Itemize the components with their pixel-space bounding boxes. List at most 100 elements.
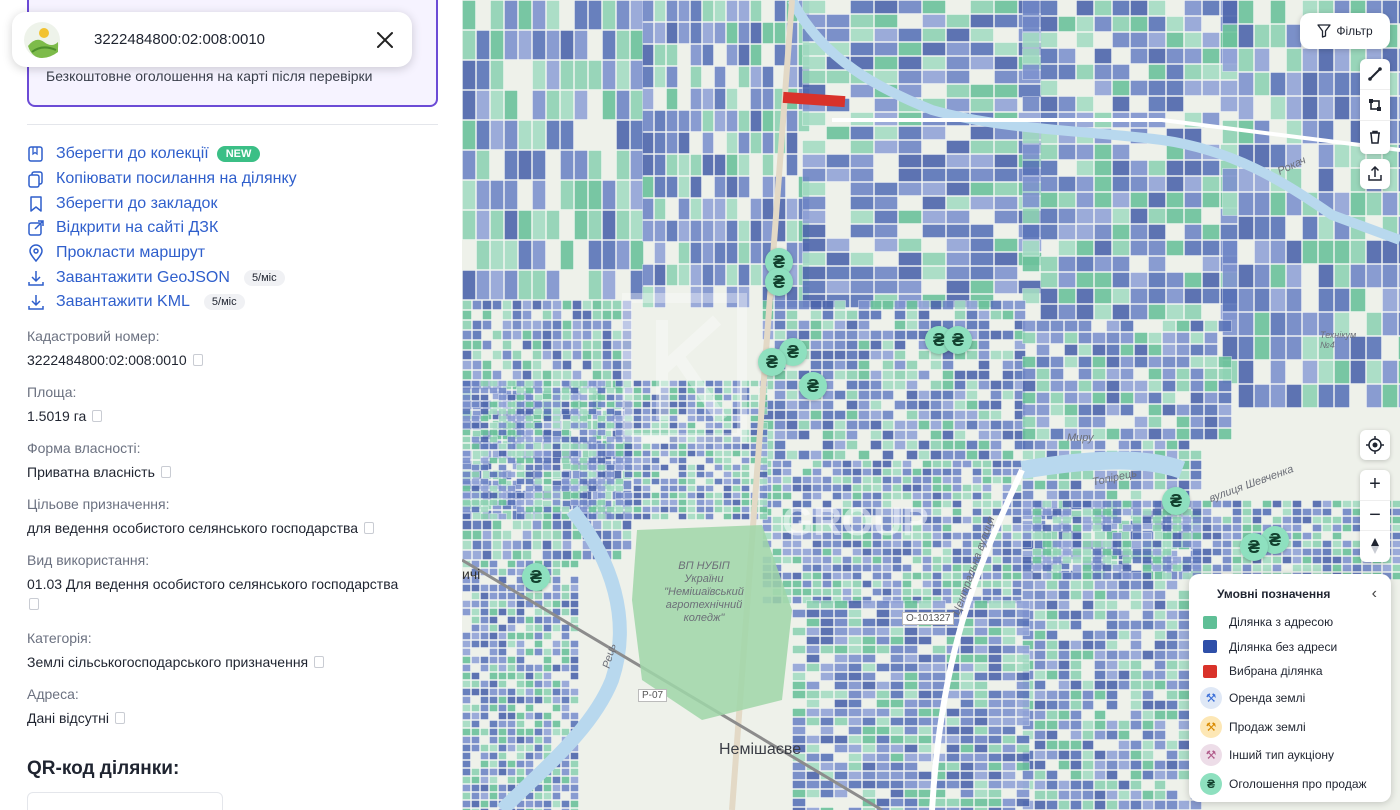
parcel[interactable] (750, 44, 762, 66)
parcel[interactable] (1142, 548, 1152, 556)
parcel[interactable] (687, 513, 696, 520)
parcel[interactable] (552, 464, 561, 471)
parcel[interactable] (1382, 312, 1398, 336)
parcel[interactable] (522, 520, 532, 530)
parcel[interactable] (1016, 708, 1030, 717)
parcel[interactable] (774, 380, 786, 390)
parcel[interactable] (678, 478, 687, 485)
parcel[interactable] (1070, 710, 1082, 720)
parcel[interactable] (534, 450, 543, 457)
parcel[interactable] (597, 471, 606, 478)
parcel[interactable] (972, 484, 982, 492)
parcel[interactable] (480, 624, 489, 632)
parcel[interactable] (904, 798, 918, 807)
parcel[interactable] (561, 704, 570, 712)
parcel[interactable] (602, 310, 612, 320)
parcel[interactable] (1022, 48, 1040, 64)
parcel[interactable] (592, 330, 602, 340)
parcel[interactable] (472, 350, 482, 360)
parcel[interactable] (1046, 610, 1058, 620)
parcel[interactable] (651, 478, 660, 485)
parcel[interactable] (462, 471, 471, 478)
parcel[interactable] (1392, 572, 1400, 580)
parcel[interactable] (942, 524, 952, 532)
parcel[interactable] (870, 330, 882, 340)
parcel[interactable] (651, 513, 660, 520)
parcel[interactable] (862, 735, 876, 744)
parcel[interactable] (471, 672, 480, 680)
parcel[interactable] (738, 44, 750, 66)
parcel[interactable] (498, 401, 507, 408)
parcel[interactable] (1142, 710, 1154, 720)
parcel[interactable] (561, 600, 570, 608)
parcel[interactable] (960, 717, 974, 726)
parcel[interactable] (492, 330, 502, 340)
parcel[interactable] (994, 84, 1018, 98)
parcel[interactable] (834, 744, 848, 753)
parcel[interactable] (1022, 524, 1032, 532)
parcel[interactable] (669, 450, 678, 457)
parcel[interactable] (858, 330, 870, 340)
parcel[interactable] (1082, 790, 1094, 800)
parcel[interactable] (1022, 508, 1032, 516)
parcel[interactable] (696, 485, 705, 492)
parcel[interactable] (1102, 572, 1112, 580)
parcel[interactable] (1050, 332, 1064, 344)
parcel[interactable] (942, 450, 954, 460)
parcel[interactable] (798, 330, 810, 340)
parcel[interactable] (1112, 572, 1122, 580)
parcel[interactable] (624, 457, 633, 464)
parcel[interactable] (988, 753, 1002, 762)
parcel[interactable] (932, 672, 946, 681)
parcel[interactable] (462, 450, 471, 457)
parcel[interactable] (946, 238, 970, 252)
parcel[interactable] (882, 430, 894, 440)
parcel[interactable] (490, 210, 504, 240)
parcel[interactable] (1270, 288, 1286, 312)
parcel[interactable] (1106, 404, 1120, 416)
parcel[interactable] (834, 320, 846, 330)
parcel[interactable] (525, 457, 534, 464)
parcel[interactable] (602, 240, 616, 270)
parcel[interactable] (572, 310, 582, 320)
parcel[interactable] (723, 394, 732, 401)
parcel[interactable] (1130, 160, 1148, 176)
parcel[interactable] (1130, 780, 1142, 790)
parcel[interactable] (1204, 416, 1218, 428)
parcel[interactable] (1034, 790, 1046, 800)
parcel[interactable] (792, 645, 806, 654)
parcel[interactable] (1184, 288, 1202, 304)
parcel[interactable] (1190, 392, 1204, 404)
parcel[interactable] (1192, 516, 1202, 524)
parcel[interactable] (954, 400, 966, 410)
parcel[interactable] (570, 464, 579, 471)
parcel[interactable] (498, 760, 507, 768)
parcel[interactable] (738, 110, 750, 132)
parcel[interactable] (898, 70, 922, 84)
parcel[interactable] (462, 704, 471, 712)
parcel[interactable] (892, 460, 902, 468)
parcel[interactable] (654, 220, 666, 242)
parcel[interactable] (1076, 176, 1094, 192)
parcel[interactable] (1094, 48, 1112, 64)
parcel[interactable] (846, 310, 858, 320)
parcel[interactable] (806, 708, 820, 717)
parcel[interactable] (1070, 690, 1082, 700)
parcel[interactable] (1094, 780, 1106, 790)
parcel[interactable] (806, 780, 820, 789)
parcel[interactable] (898, 42, 922, 56)
copy-link-link[interactable]: Копіювати посилання на ділянку (27, 167, 297, 192)
parcel[interactable] (898, 280, 922, 294)
parcel[interactable] (532, 300, 542, 310)
parcel[interactable] (532, 360, 542, 370)
parcel[interactable] (820, 663, 834, 672)
parcel[interactable] (1178, 700, 1190, 710)
parcel[interactable] (1094, 680, 1106, 690)
parcel[interactable] (498, 422, 507, 429)
parcel[interactable] (1062, 500, 1072, 508)
parcel[interactable] (1154, 590, 1166, 600)
draw-line-button[interactable] (1360, 59, 1390, 90)
parcel[interactable] (750, 198, 762, 220)
parcel[interactable] (642, 443, 651, 450)
parcel[interactable] (1262, 564, 1272, 572)
